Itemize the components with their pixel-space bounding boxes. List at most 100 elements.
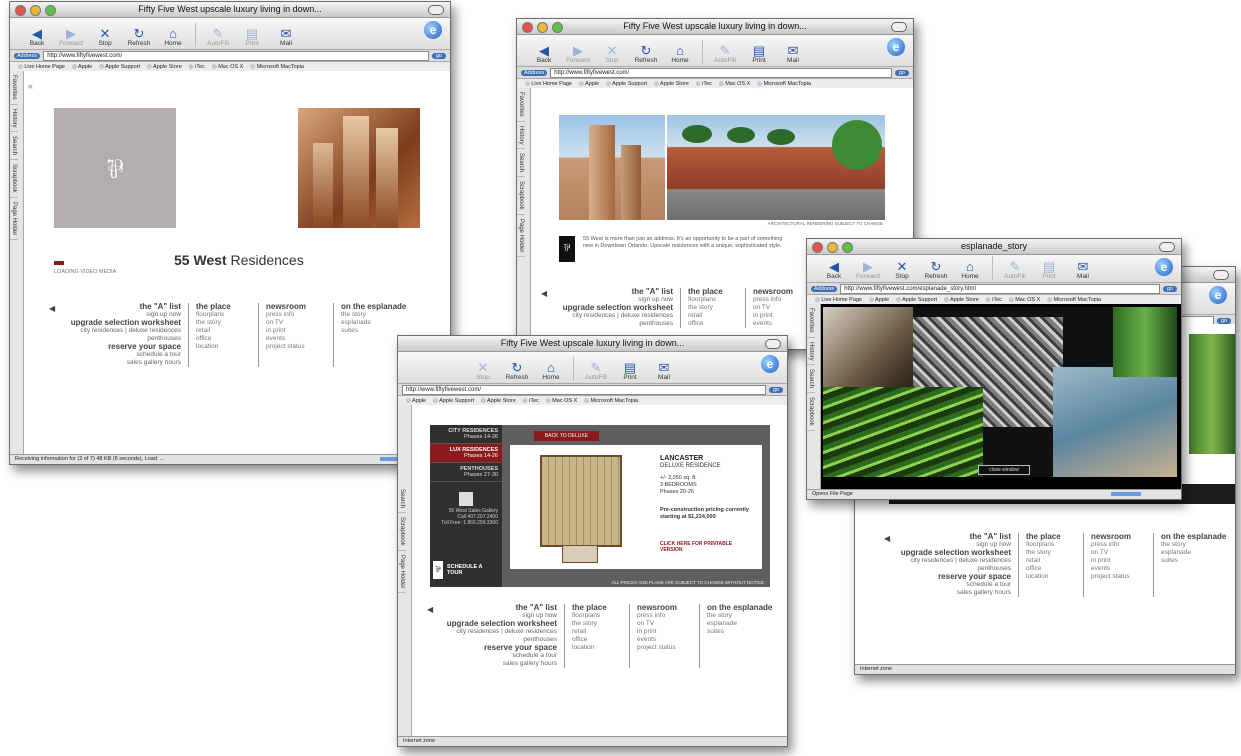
sidetab-scrapbook[interactable]: Scrapbook [10, 160, 18, 199]
upgrade-sub-links[interactable]: city residences | deluxe residences [61, 327, 181, 335]
nav-link[interactable]: project status [1091, 573, 1146, 581]
favorite-link[interactable]: Live Home Page [815, 297, 862, 303]
minimize-window-button[interactable] [537, 22, 548, 33]
sidetab-scrapbook[interactable]: Scrapbook [807, 393, 815, 432]
upgrade-sub-links[interactable]: city residences | deluxe residences [896, 557, 1011, 565]
newsroom-heading[interactable]: newsroom [637, 604, 692, 612]
nav-link[interactable]: on TV [753, 304, 808, 312]
residence-penthouses[interactable]: PENTHOUSES Phases 27-30 [430, 463, 502, 482]
nav-link[interactable]: location [196, 343, 251, 351]
nav-link[interactable]: press info [1091, 541, 1146, 549]
home-button[interactable]: ⌂ Home [536, 360, 566, 382]
nav-link[interactable]: office [688, 320, 738, 328]
nav-link[interactable]: press info [637, 612, 692, 620]
nav-link[interactable]: in print [1091, 557, 1146, 565]
a-list-link[interactable]: the "A" list [896, 533, 1011, 541]
residence-lux[interactable]: LUX RESIDENCES Phases 14-26 [430, 444, 502, 463]
a-list-link[interactable]: the "A" list [61, 303, 181, 311]
favorite-link[interactable]: Microsoft MacTopia [250, 64, 304, 70]
favorite-link[interactable]: Mac OS X [546, 398, 577, 404]
gallery-hours-link[interactable]: sales gallery hours [896, 589, 1011, 597]
mail-button[interactable]: ✉ Mail [649, 360, 679, 382]
mail-button[interactable]: ✉ Mail [778, 43, 808, 65]
nav-link[interactable]: retail [196, 327, 251, 335]
reserve-link[interactable]: reserve your space [61, 343, 181, 351]
favorite-link[interactable]: Microsoft MacTopia [757, 81, 811, 87]
title-bar[interactable]: esplanade_story [807, 239, 1181, 255]
nav-link[interactable]: in print [266, 327, 326, 335]
mail-button[interactable]: ✉ Mail [1068, 259, 1098, 281]
sidetab-page-holder[interactable]: Page Holder [10, 198, 18, 241]
favorite-link[interactable]: Live Home Page [525, 81, 572, 87]
esplanade-heading[interactable]: on the esplanade [1161, 533, 1235, 541]
minimize-window-button[interactable] [827, 242, 838, 253]
favorite-link[interactable]: iTec [986, 297, 1002, 303]
zoom-window-button[interactable] [552, 22, 563, 33]
title-bar[interactable]: Fifty Five West upscale luxury living in… [10, 2, 450, 18]
the-place-heading[interactable]: the place [572, 604, 622, 612]
sidetab-scrapbook[interactable]: Scrapbook [398, 513, 406, 551]
a-list-link[interactable]: the "A" list [558, 288, 673, 296]
forward-button[interactable]: ▶ Forward [56, 26, 86, 48]
go-button[interactable]: go [894, 69, 909, 76]
toolbar-toggle-button[interactable] [765, 339, 781, 349]
the-place-heading[interactable]: the place [688, 288, 738, 296]
print-button[interactable]: ▤ Print [237, 26, 267, 48]
sidetab-search[interactable]: Search [10, 132, 18, 161]
title-bar[interactable]: Fifty Five West upscale luxury living in… [517, 19, 913, 35]
nav-link[interactable]: location [572, 644, 622, 652]
close-window-link[interactable]: close window [978, 465, 1030, 475]
nav-link[interactable]: on TV [637, 620, 692, 628]
close-window-button[interactable] [522, 22, 533, 33]
schedule-tour-link[interactable]: schedule a tour [61, 351, 181, 359]
favorite-link[interactable]: Apple Support [606, 81, 647, 87]
print-button[interactable]: ▤ Print [744, 43, 774, 65]
favorite-link[interactable]: Mac OS X [212, 64, 243, 70]
nav-link[interactable]: suites [707, 628, 782, 636]
sidetab-history[interactable]: History [517, 122, 525, 150]
a-list-link[interactable]: the "A" list [439, 604, 557, 612]
go-button[interactable]: go [431, 52, 446, 59]
refresh-button[interactable]: ↻ Refresh [631, 43, 661, 65]
nav-link[interactable]: floorplans [572, 612, 622, 620]
the-place-heading[interactable]: the place [1026, 533, 1076, 541]
url-input[interactable]: http://www.fiftyfivewest.com/esplanade_s… [840, 283, 1160, 294]
home-button[interactable]: ⌂ Home [665, 43, 695, 65]
nav-link[interactable]: events [753, 320, 808, 328]
nav-link[interactable]: office [1026, 565, 1076, 573]
autofill-button[interactable]: ✎ AutoFill [710, 43, 740, 65]
favorite-link[interactable]: Microsoft MacTopia [584, 398, 638, 404]
refresh-button[interactable]: ↻ Refresh [921, 259, 951, 281]
printable-version-link[interactable]: CLICK HERE FOR PRINTABLE VERSION [660, 541, 755, 553]
forward-button[interactable]: ▶ Forward [853, 259, 883, 281]
favorite-link[interactable]: Mac OS X [719, 81, 750, 87]
reserve-link[interactable]: reserve your space [896, 573, 1011, 581]
reserve-link[interactable]: reserve your space [439, 644, 557, 652]
nav-link[interactable]: floorplans [196, 311, 251, 319]
sidetab-page-holder[interactable]: Page Holder [398, 551, 406, 594]
go-button[interactable]: go [768, 386, 783, 393]
nav-link[interactable]: location [1026, 573, 1076, 581]
stop-button[interactable]: ✕ Stop [90, 26, 120, 48]
the-place-heading[interactable]: the place [196, 303, 251, 311]
favorite-link[interactable]: Mac OS X [1009, 297, 1040, 303]
back-link[interactable]: « [28, 81, 33, 91]
newsroom-heading[interactable]: newsroom [266, 303, 326, 311]
go-button[interactable]: go [1162, 285, 1177, 292]
back-button[interactable]: ◀ Back [819, 259, 849, 281]
sidetab-history[interactable]: History [807, 338, 815, 366]
residence-city[interactable]: CITY RESIDENCES Phases 14-26 [430, 425, 502, 444]
favorite-link[interactable]: Apple [72, 64, 92, 70]
nav-link[interactable]: the story [196, 319, 251, 327]
favorite-link[interactable]: Apple Store [944, 297, 979, 303]
nav-link[interactable]: project status [637, 644, 692, 652]
stop-button[interactable]: ✕ Stop [887, 259, 917, 281]
gallery-hours-link[interactable]: sales gallery hours [61, 359, 181, 367]
nav-link[interactable]: esplanade [341, 319, 421, 327]
favorite-link[interactable]: Apple Store [654, 81, 689, 87]
sidetab-favorites[interactable]: Favorites [517, 88, 525, 122]
favorite-link[interactable]: Apple [579, 81, 599, 87]
sound-toggle-icon[interactable]: ◀ [541, 289, 547, 298]
nav-link[interactable]: office [196, 335, 251, 343]
url-input[interactable]: http://www.fiftyfivewest.com/ [402, 384, 766, 395]
